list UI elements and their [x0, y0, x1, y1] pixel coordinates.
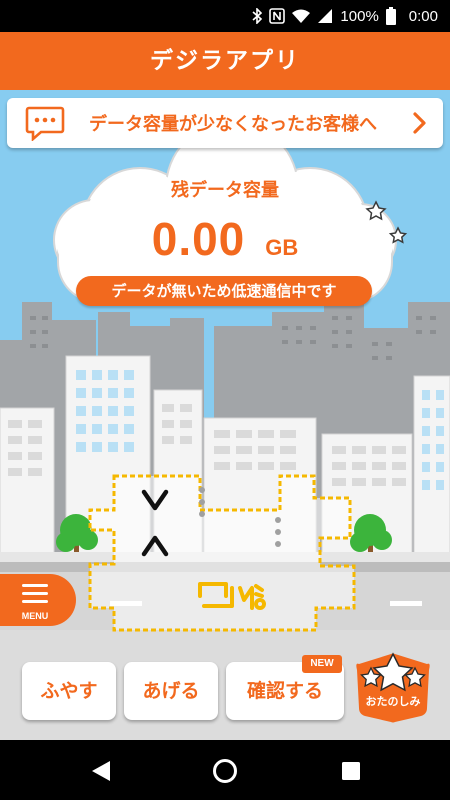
menu-button[interactable]: MENU [0, 574, 76, 626]
menu-label: MENU [21, 611, 49, 621]
chevron-up-icon[interactable] [140, 532, 170, 558]
signal-icon [318, 9, 333, 23]
status-bar: 100% 0:00 [0, 0, 450, 32]
notice-text: データ容量が少なくなったお客様へ [89, 114, 377, 135]
notice-banner[interactable]: データ容量が少なくなったお客様へ [7, 98, 443, 148]
data-remaining-unit: GB [265, 235, 299, 260]
app-header: デジラアプリ [0, 32, 450, 90]
data-remaining-label: 残データ容量 [171, 180, 279, 201]
bluetooth-icon [252, 8, 263, 24]
battery-icon [385, 7, 396, 25]
recents-icon[interactable] [338, 758, 364, 784]
ageru-button[interactable]: あげる [124, 662, 218, 720]
data-remaining-value-row: 0.00 GB [0, 212, 450, 266]
chat-bubble-icon [25, 106, 65, 141]
back-icon[interactable] [88, 758, 114, 784]
hamburger-icon [22, 584, 48, 608]
low-speed-status: データが無いため低速通信中です [76, 276, 372, 306]
fuyasu-button[interactable]: ふやす [22, 662, 116, 720]
chevron-down-icon[interactable] [140, 488, 170, 514]
otanoshimi-button[interactable]: おたのしみ [351, 650, 435, 724]
main-scene: データ容量が少なくなったお客様へ 残データ容量 0.00 GB データが無いため低… [0, 90, 450, 740]
battery-percent: 100% [340, 7, 379, 25]
home-icon[interactable] [212, 758, 238, 784]
chevron-right-icon [413, 112, 426, 134]
wifi-icon [292, 9, 311, 23]
new-badge: NEW [302, 655, 342, 673]
nfc-icon [269, 8, 286, 24]
data-remaining-value: 0.00 [151, 213, 246, 265]
otanoshimi-label: おたのしみ [365, 695, 421, 708]
navigation-bar [0, 740, 450, 800]
status-time: 0:00 [408, 7, 438, 25]
app-title: デジラアプリ [150, 48, 300, 74]
